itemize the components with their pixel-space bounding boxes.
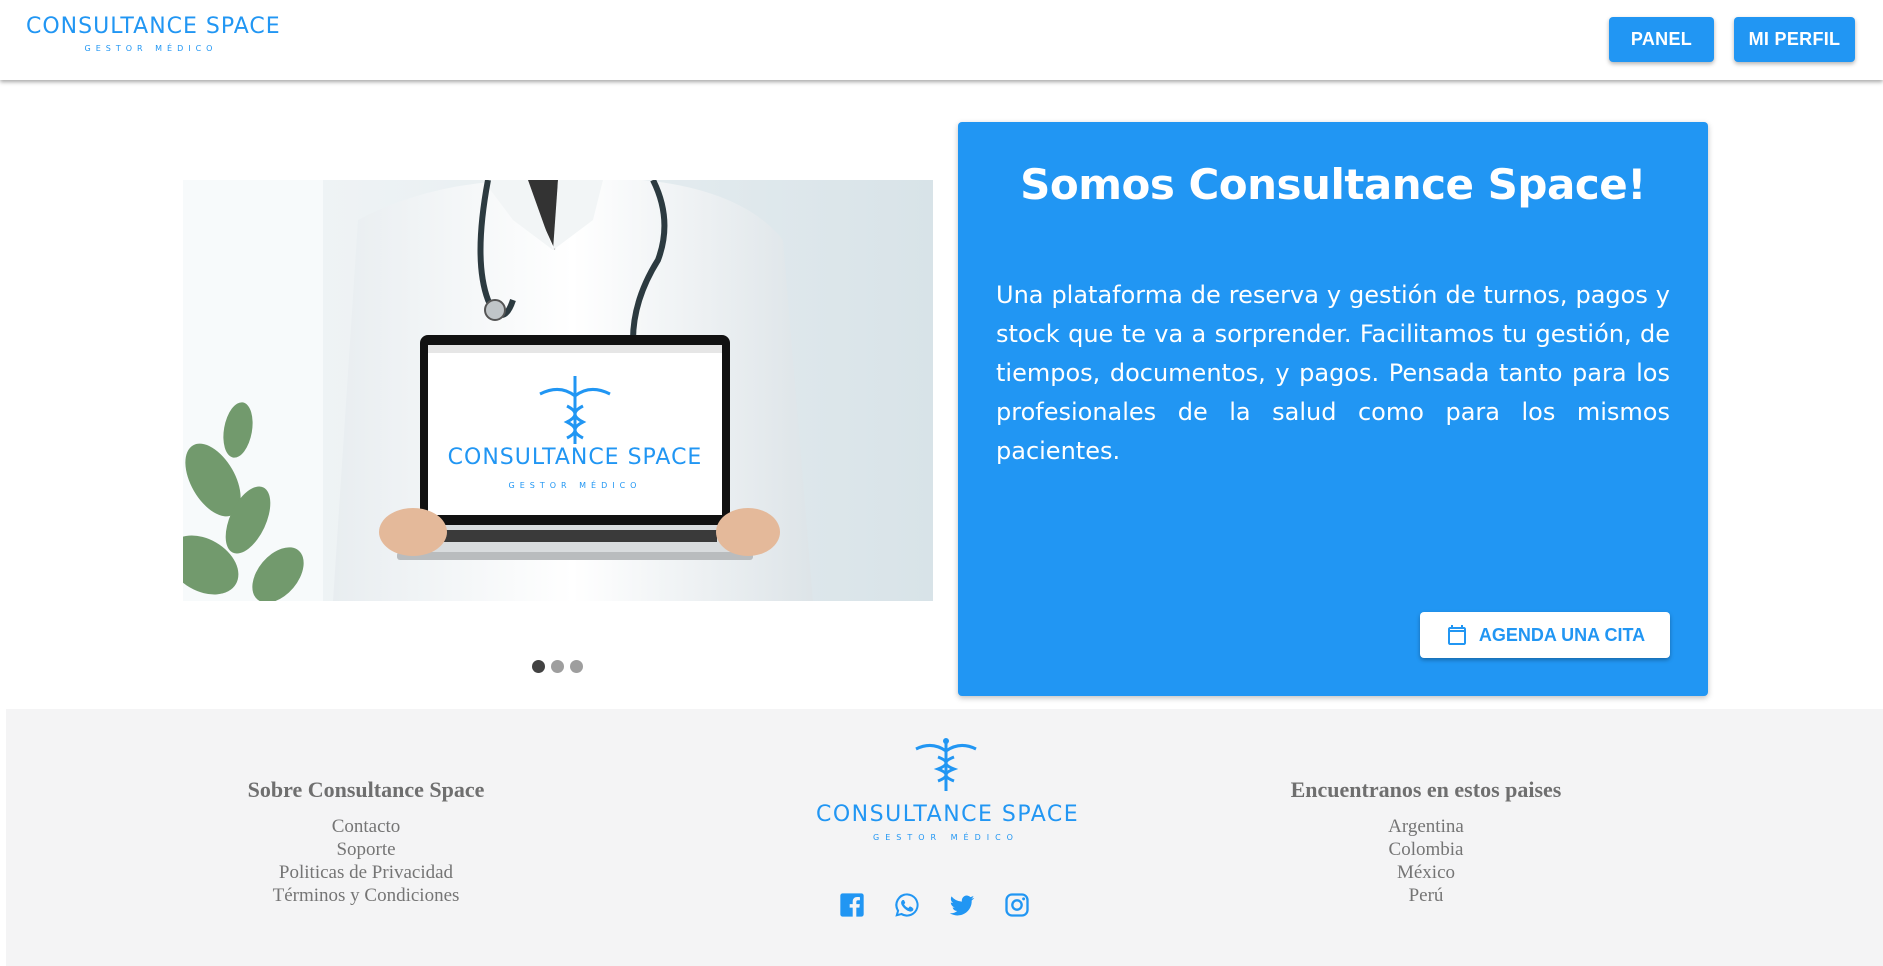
carousel-dot-2[interactable] [551, 660, 564, 673]
country-colombia[interactable]: Colombia [1256, 838, 1596, 861]
doctor-laptop-image: CONSULTANCE SPACE GESTOR MÉDICO [183, 180, 933, 601]
carousel-dot-1[interactable] [532, 660, 545, 673]
header-logo-brand: CONSULTANCE SPACE [26, 14, 281, 39]
calendar-icon [1447, 625, 1466, 645]
social-links [838, 891, 1031, 919]
my-profile-button[interactable]: MI PERFIL [1734, 17, 1855, 62]
footer: Sobre Consultance Space Contacto Soporte… [6, 709, 1883, 966]
schedule-appointment-label: AGENDA UNA CITA [1478, 624, 1646, 645]
footer-link-terms[interactable]: Términos y Condiciones [196, 884, 536, 907]
image-carousel[interactable]: CONSULTANCE SPACE GESTOR MÉDICO [183, 180, 933, 601]
top-app-bar: CONSULTANCE SPACE GESTOR MÉDICO PANEL MI… [0, 0, 1883, 80]
slide-logo-brand: CONSULTANCE SPACE [448, 445, 703, 470]
footer-link-support[interactable]: Soporte [196, 838, 536, 861]
header-logo-tagline: GESTOR MÉDICO [84, 44, 218, 53]
twitter-icon[interactable] [948, 891, 976, 919]
country-mexico[interactable]: México [1256, 861, 1596, 884]
intro-title: Somos Consultance Space! [1020, 160, 1646, 209]
footer-link-privacy[interactable]: Politicas de Privacidad [196, 861, 536, 884]
footer-about-section: Sobre Consultance Space Contacto Soporte… [196, 777, 536, 907]
facebook-icon[interactable] [838, 891, 866, 919]
footer-logo-tagline: GESTOR MÉDICO [873, 833, 1019, 842]
footer-link-contact[interactable]: Contacto [196, 815, 536, 838]
panel-button[interactable]: PANEL [1609, 17, 1714, 62]
intro-description: Una plataforma de reserva y gestión de t… [996, 281, 1670, 465]
country-argentina[interactable]: Argentina [1256, 815, 1596, 838]
footer-about-title: Sobre Consultance Space [247, 777, 485, 802]
footer-logo-brand: CONSULTANCE SPACE [816, 802, 1080, 827]
footer-countries-section: Encuentranos en estos paises Argentina C… [1256, 777, 1596, 907]
footer-countries-title: Encuentranos en estos paises [1290, 777, 1562, 802]
country-peru[interactable]: Perú [1256, 884, 1596, 907]
whatsapp-icon[interactable] [893, 891, 921, 919]
footer-logo: CONSULTANCE SPACE GESTOR MÉDICO [816, 737, 1080, 842]
intro-card: Somos Consultance Space! Una plataforma … [958, 122, 1708, 696]
header-logo[interactable]: CONSULTANCE SPACE GESTOR MÉDICO [26, 14, 281, 53]
instagram-icon[interactable] [1003, 891, 1031, 919]
schedule-appointment-button[interactable]: AGENDA UNA CITA [1420, 612, 1670, 658]
slide-logo-tagline: GESTOR MÉDICO [509, 479, 642, 490]
carousel-dot-3[interactable] [570, 660, 583, 673]
carousel-indicators [532, 660, 583, 673]
caduceus-icon [915, 738, 977, 791]
